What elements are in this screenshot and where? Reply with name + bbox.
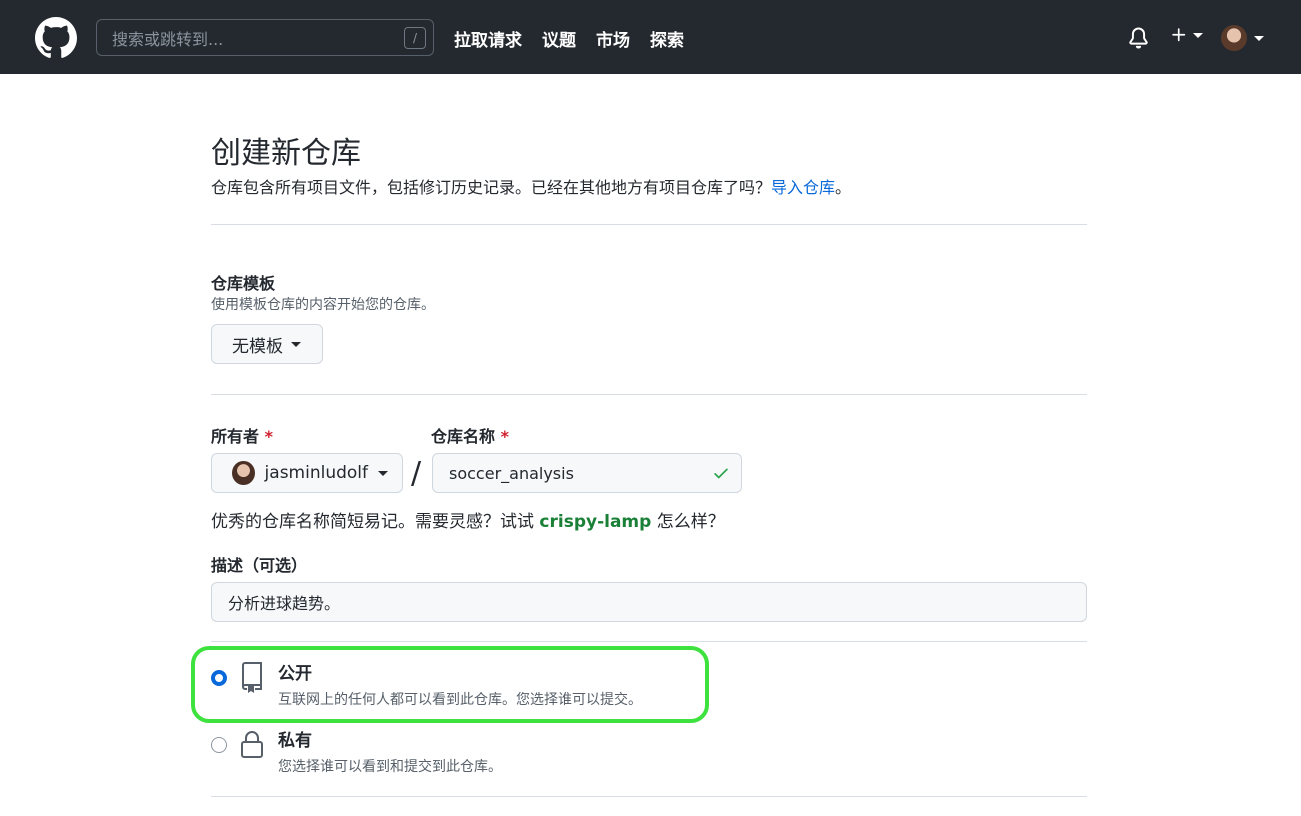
lock-icon <box>241 731 263 758</box>
private-title: 私有 <box>278 731 312 751</box>
divider <box>211 394 1087 395</box>
name-suggestion-link[interactable]: crispy-lamp <box>539 512 651 532</box>
page-subtitle: 仓库包含所有项目文件，包括修订历史记录。已经在其他地方有项目仓库了吗？导入仓库。 <box>211 174 851 198</box>
import-repository-link[interactable]: 导入仓库 <box>771 178 835 197</box>
divider <box>211 224 1087 225</box>
subtitle-end: 。 <box>835 178 852 197</box>
page-title: 创建新仓库 <box>211 136 361 171</box>
user-avatar <box>1221 25 1247 51</box>
search-shortcut-key: / <box>404 27 426 49</box>
visibility-public-option[interactable]: 公开 互联网上的任何人都可以看到此仓库。您选择谁可以提交。 <box>211 649 642 709</box>
repo-name-input[interactable]: soccer_analysis <box>432 453 742 493</box>
repo-name-value: soccer_analysis <box>449 463 574 483</box>
global-nav: 拉取请求 议题 市场 探索 <box>454 26 684 51</box>
description-label: 描述（可选） <box>211 556 308 575</box>
owner-select-button[interactable]: jasminludolf <box>211 453 403 493</box>
required-marker: * <box>500 427 509 446</box>
check-icon <box>714 468 728 479</box>
template-select-button[interactable]: 无模板 <box>211 324 323 364</box>
owner-avatar <box>232 461 255 485</box>
nav-pull-requests[interactable]: 拉取请求 <box>454 26 522 51</box>
template-label: 仓库模板 <box>211 274 276 293</box>
owner-label: 所有者 * <box>211 423 273 447</box>
description-value: 分析进球趋势。 <box>228 594 341 613</box>
repo-name-label-text: 仓库名称 <box>431 427 496 446</box>
public-radio[interactable] <box>211 670 227 686</box>
public-title: 公开 <box>278 664 312 684</box>
chevron-down-icon <box>1254 35 1264 41</box>
user-menu[interactable] <box>1221 25 1264 51</box>
subtitle-text: 仓库包含所有项目文件，包括修订历史记录。已经在其他地方有项目仓库了吗？ <box>211 178 772 197</box>
owner-label-text: 所有者 <box>211 427 260 446</box>
owner-select-value: jasminludolf <box>264 463 368 483</box>
nav-issues[interactable]: 议题 <box>542 26 576 51</box>
nav-explore[interactable]: 探索 <box>650 26 684 51</box>
plus-icon <box>1172 28 1186 42</box>
required-marker: * <box>264 427 273 446</box>
repo-icon <box>242 662 262 693</box>
hint-suffix: 怎么样？ <box>651 512 725 532</box>
repo-name-label: 仓库名称 * <box>431 423 509 447</box>
private-description: 您选择谁可以看到和提交到此仓库。 <box>278 759 502 775</box>
search-input[interactable]: 搜索或跳转到... / <box>96 19 434 56</box>
owner-repo-separator: / <box>411 456 422 491</box>
public-description: 互联网上的任何人都可以看到此仓库。您选择谁可以提交。 <box>278 692 642 708</box>
github-logo-icon[interactable] <box>35 17 77 59</box>
description-input[interactable]: 分析进球趋势。 <box>211 582 1087 622</box>
template-select-value: 无模板 <box>232 336 283 357</box>
private-radio[interactable] <box>211 737 227 753</box>
hint-prefix: 优秀的仓库名称简短易记。需要灵感？试试 <box>211 512 540 532</box>
chevron-down-icon <box>291 341 301 347</box>
divider <box>211 796 1087 797</box>
top-navigation-bar: 搜索或跳转到... / 拉取请求 议题 市场 探索 <box>0 0 1301 74</box>
chevron-down-icon <box>378 470 388 476</box>
create-new-menu[interactable] <box>1170 26 1203 44</box>
notifications-bell-icon[interactable] <box>1128 27 1149 49</box>
template-note: 使用模板仓库的内容开始您的仓库。 <box>211 297 435 313</box>
visibility-private-option[interactable]: 私有 您选择谁可以看到和提交到此仓库。 <box>211 716 502 776</box>
chevron-down-icon <box>1193 32 1203 38</box>
nav-marketplace[interactable]: 市场 <box>596 26 630 51</box>
search-placeholder: 搜索或跳转到... <box>112 29 224 49</box>
divider <box>211 641 1087 642</box>
repo-name-hint: 优秀的仓库名称简短易记。需要灵感？试试 crispy-lamp 怎么样？ <box>211 507 725 532</box>
